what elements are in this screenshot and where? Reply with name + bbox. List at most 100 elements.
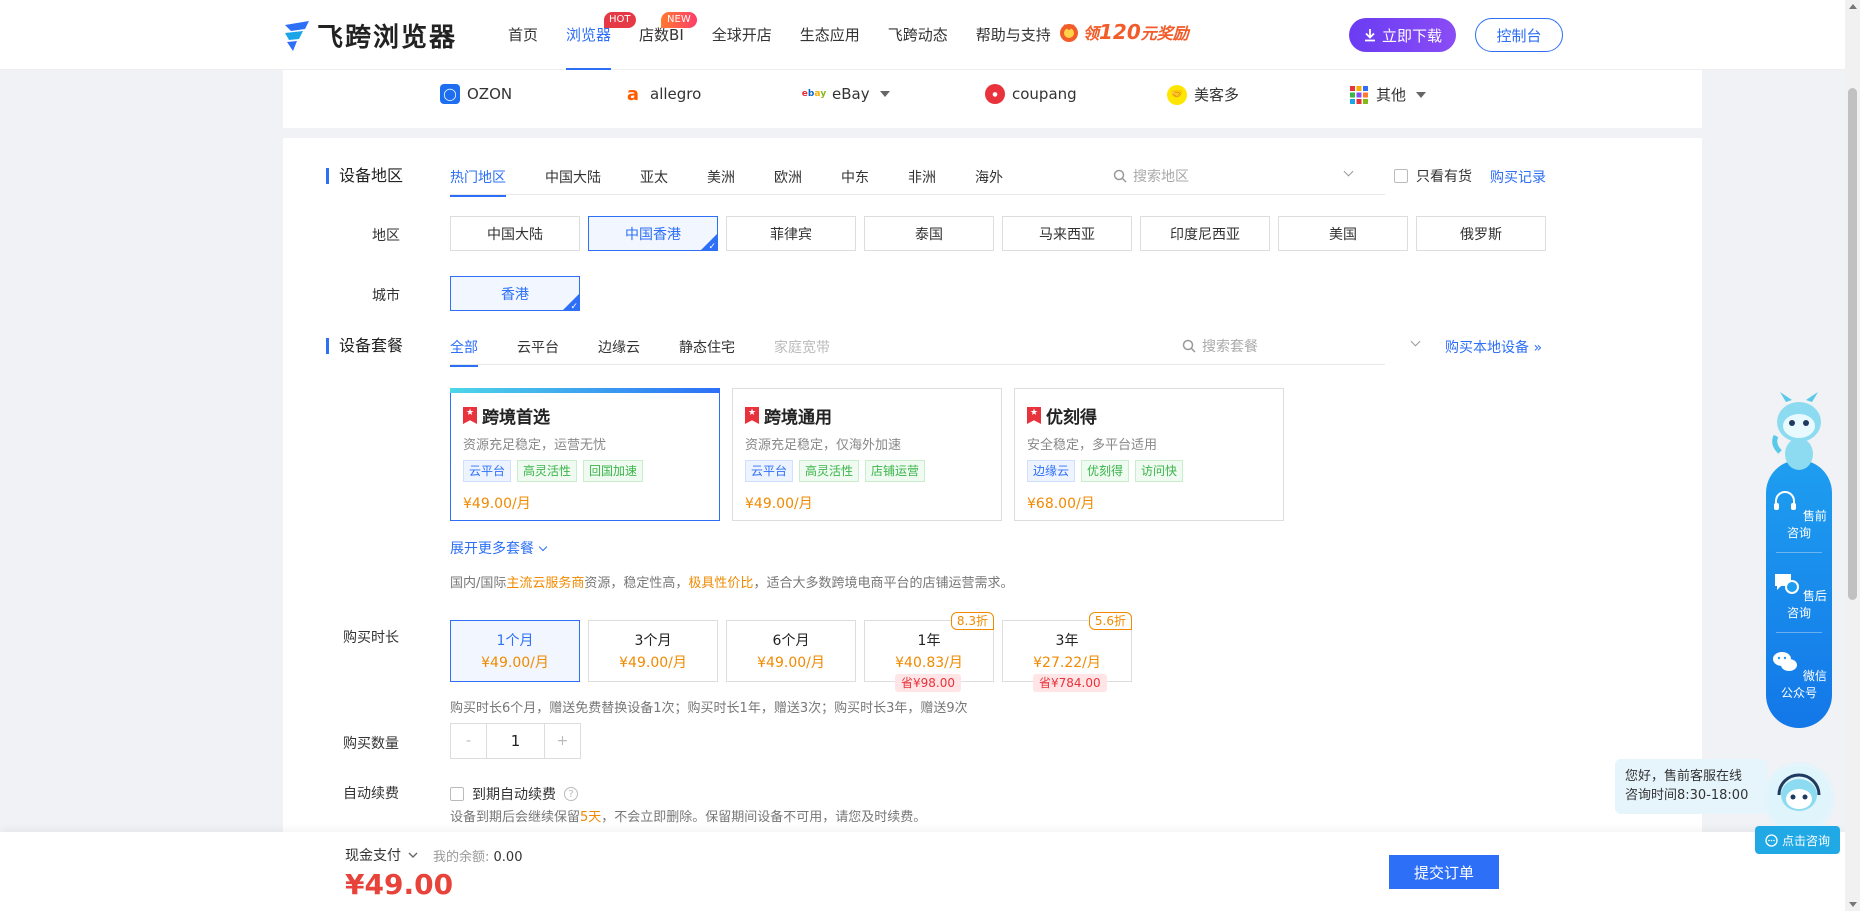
headset-icon xyxy=(1774,491,1797,510)
region-tab[interactable]: 美洲 xyxy=(707,167,735,197)
presales-consult-button[interactable]: 售前咨询 xyxy=(1766,488,1832,541)
package-tab[interactable]: 全部 xyxy=(450,337,478,367)
new-badge: NEW xyxy=(661,12,697,28)
purchase-record-link[interactable]: 购买记录 xyxy=(1490,167,1546,187)
nav-browser[interactable]: 浏览器 HOT xyxy=(566,0,636,70)
payment-method-select[interactable]: 现金支付 我的余额: 0.00 xyxy=(345,845,522,865)
decrement-button[interactable]: - xyxy=(451,724,486,758)
download-icon xyxy=(1364,29,1375,42)
duration-option[interactable]: 8.3折 1年 ¥40.83/月 xyxy=(864,612,994,682)
region-tab-divider xyxy=(450,194,1385,195)
duration-price: ¥27.22/月 xyxy=(1033,655,1101,671)
region-option[interactable]: 马来西亚 xyxy=(1002,216,1132,251)
quantity-input[interactable]: 1 xyxy=(486,724,545,758)
package-tab[interactable]: 云平台 xyxy=(517,337,559,367)
submit-order-button[interactable]: 提交订单 xyxy=(1389,855,1499,889)
in-stock-checkbox[interactable] xyxy=(1394,169,1408,183)
wechat-official-button[interactable]: 微信公众号 xyxy=(1766,648,1832,701)
package-name: 优刻得 xyxy=(1046,408,1097,428)
package-name: 跨境首选 xyxy=(482,408,550,428)
package-card[interactable]: ★ 优刻得 安全稳定，多平台适用 边缘云 优刻得 访问快 ¥68.00/月 xyxy=(1014,388,1284,521)
package-tag: 高灵活性 xyxy=(799,460,860,482)
duration-option[interactable]: 1个月 ¥49.00/月 xyxy=(450,620,580,682)
duration-name: 1个月 xyxy=(496,633,534,649)
region-option[interactable]: 中国香港 xyxy=(588,216,718,252)
region-tab[interactable]: 海外 xyxy=(975,167,1003,197)
search-icon xyxy=(1113,169,1127,183)
region-search-input[interactable]: 搜索地区 xyxy=(1113,166,1353,186)
region-option[interactable]: 俄罗斯 xyxy=(1416,216,1546,251)
package-card[interactable]: ★ 跨境首选 资源充足稳定，运营无忧 云平台 高灵活性 回国加速 ¥49.00/月 xyxy=(450,388,720,521)
package-search-input[interactable]: 搜索套餐 xyxy=(1182,336,1382,356)
region-option[interactable]: 菲律宾 xyxy=(726,216,856,251)
region-tab[interactable]: 中东 xyxy=(841,167,869,197)
package-card[interactable]: ★ 跨境通用 资源充足稳定，仅海外加速 云平台 高灵活性 店铺运营 ¥49.00/… xyxy=(732,388,1002,521)
console-button[interactable]: 控制台 xyxy=(1475,18,1563,52)
duration-option[interactable]: 6个月 ¥49.00/月 xyxy=(726,620,856,682)
device-region-title: 设备地区 xyxy=(326,168,403,184)
logo[interactable]: 飞跨浏览器 xyxy=(283,17,457,54)
package-search-placeholder: 搜索套餐 xyxy=(1202,339,1258,355)
wechat-icon xyxy=(1773,652,1798,671)
package-note: 国内/国际主流云服务商资源，稳定性高，极具性价比，适合大多数跨境电商平台的店铺运… xyxy=(450,572,1013,591)
region-tab[interactable]: 欧洲 xyxy=(774,167,802,197)
buy-local-device-link[interactable]: 购买本地设备 » xyxy=(1445,337,1542,357)
aftersales-consult-button[interactable]: 售后咨询 xyxy=(1766,568,1832,621)
page-scrollbar[interactable] xyxy=(1845,0,1860,911)
click-consult-button[interactable]: 点击咨询 xyxy=(1755,826,1840,854)
help-icon[interactable]: ? xyxy=(564,787,578,801)
scroll-down-icon[interactable] xyxy=(1849,902,1857,907)
city-option[interactable]: 香港 xyxy=(450,276,580,312)
duration-option[interactable]: 5.6折 3年 ¥27.22/月 xyxy=(1002,612,1132,682)
grid-icon xyxy=(1350,85,1368,104)
in-stock-filter[interactable]: 只看有货 xyxy=(1394,166,1472,186)
region-option[interactable]: 印度尼西亚 xyxy=(1140,216,1270,251)
nav-home[interactable]: 首页 xyxy=(508,0,538,70)
region-tab[interactable]: 热门地区 xyxy=(450,167,506,197)
scroll-thumb[interactable] xyxy=(1848,88,1857,600)
service-avatar[interactable] xyxy=(1763,762,1835,834)
region-option[interactable]: 美国 xyxy=(1278,216,1408,251)
scroll-up-icon[interactable] xyxy=(1849,4,1857,9)
platform-coupang[interactable]: ● coupang xyxy=(985,84,1077,104)
download-button[interactable]: 立即下载 xyxy=(1349,18,1456,52)
nav-global-store[interactable]: 全球开店 xyxy=(712,0,772,70)
bubble-line: 咨询时间8:30-18:00 xyxy=(1625,788,1749,803)
platform-mercadolibre[interactable]: 🤝 美客多 xyxy=(1167,84,1239,105)
package-tags: 边缘云 优刻得 访问快 xyxy=(1027,460,1271,482)
promo-reward[interactable]: 领120元奖励 xyxy=(1058,20,1189,44)
duration-option[interactable]: 3个月 ¥49.00/月 xyxy=(588,620,718,682)
region-tab[interactable]: 非洲 xyxy=(908,167,936,197)
package-tab[interactable]: 静态住宅 xyxy=(679,337,735,367)
platform-ebay[interactable]: ebay eBay xyxy=(802,84,890,104)
package-tag: 高灵活性 xyxy=(517,460,578,482)
allegro-icon: a xyxy=(626,83,640,105)
package-tag: 云平台 xyxy=(745,460,794,482)
nav-store-bi[interactable]: 店数BI NEW xyxy=(639,0,697,70)
package-card-title: ★ 跨境通用 xyxy=(745,403,989,428)
nav-help[interactable]: 帮助与支持 xyxy=(976,0,1051,70)
platform-ozon[interactable]: ◯ OZON xyxy=(440,84,512,104)
region-search-placeholder: 搜索地区 xyxy=(1133,169,1189,185)
expand-more-packages[interactable]: 展开更多套餐 xyxy=(450,538,548,558)
region-tab[interactable]: 亚太 xyxy=(640,167,668,197)
region-tabs: 热门地区 中国大陆 亚太 美洲 欧洲 中东 非洲 海外 xyxy=(450,167,1042,197)
savings-badge: 省¥784.00 xyxy=(1033,674,1107,692)
package-tag: 店铺运营 xyxy=(865,460,926,482)
package-tags: 云平台 高灵活性 回国加速 xyxy=(463,460,707,482)
region-tab[interactable]: 中国大陆 xyxy=(545,167,601,197)
package-tab[interactable]: 边缘云 xyxy=(598,337,640,367)
auto-renew-checkbox[interactable] xyxy=(450,787,464,801)
hot-badge: HOT xyxy=(604,12,636,28)
platform-other[interactable]: 其他 xyxy=(1349,84,1427,105)
region-option[interactable]: 中国大陆 xyxy=(450,216,580,251)
increment-button[interactable]: + xyxy=(545,724,580,758)
service-sidebar: 售前咨询 售后咨询 微信公众号 xyxy=(1766,460,1832,728)
nav-news[interactable]: 飞跨动态 xyxy=(888,0,948,70)
auto-renew-option[interactable]: 到期自动续费 ? xyxy=(450,784,578,804)
nav-label: 首页 xyxy=(508,26,539,44)
nav-ecosystem[interactable]: 生态应用 xyxy=(800,0,860,70)
region-option[interactable]: 泰国 xyxy=(864,216,994,251)
platform-allegro[interactable]: a allegro xyxy=(623,83,701,105)
order-form: 设备地区 热门地区 中国大陆 亚太 美洲 欧洲 中东 非洲 海外 搜索地区 只看… xyxy=(283,138,1702,838)
